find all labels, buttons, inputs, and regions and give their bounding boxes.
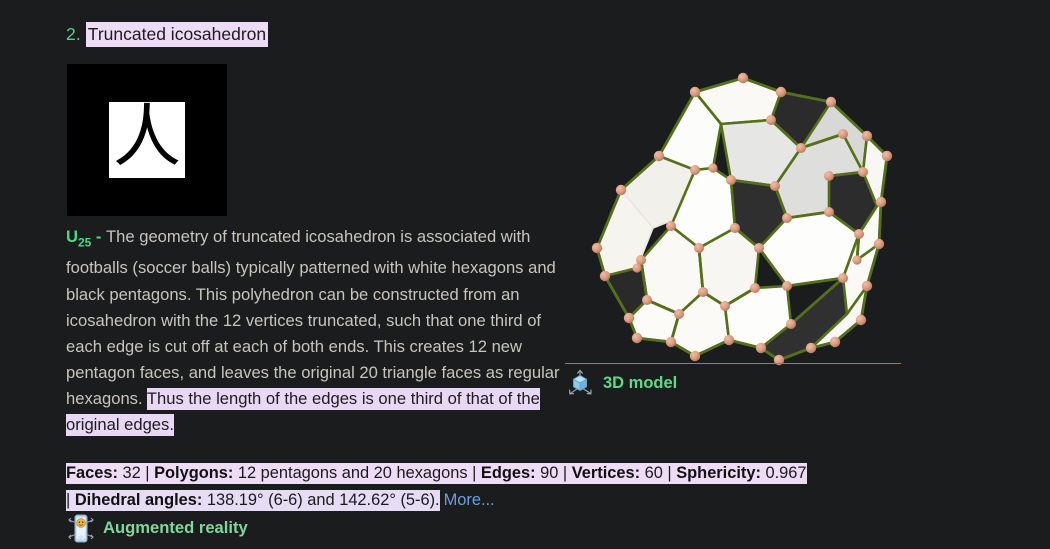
- dihedral-angles-value: 138.19° (6-6) and 142.62° (5-6).: [202, 491, 440, 509]
- polyhedron-stats: Faces: 32 | Polygons: 12 pentagons and 2…: [66, 460, 896, 514]
- edges-value: 90: [535, 464, 563, 482]
- faces-value: 32: [117, 464, 146, 482]
- thumbnail-glyph: 人: [109, 102, 185, 178]
- edges-label: Edges:: [480, 464, 536, 482]
- vertices-value: 60: [640, 464, 668, 482]
- vertices-label: Vertices:: [571, 464, 641, 482]
- sphericity-label: Sphericity:: [676, 464, 761, 482]
- sphericity-value: 0.967: [760, 464, 807, 482]
- polyhedron-entry-page: 2. Truncated icosahedron 人 U25 - The geo…: [0, 0, 1050, 549]
- 3d-model-label: 3D model: [603, 373, 678, 392]
- uniform-polyhedron-label: U25 -: [66, 227, 107, 250]
- u-index: 25: [77, 235, 92, 250]
- stats-line-2: | Dihedral angles: 138.19° (6-6) and 142…: [66, 487, 896, 514]
- ar-phone-icon: [68, 514, 94, 543]
- faces-label: Faces:: [66, 464, 118, 482]
- truncated-icosahedron-svg: [591, 72, 893, 366]
- augmented-reality-label: Augmented reality: [103, 518, 248, 537]
- stats-sep-2: |: [472, 464, 481, 482]
- stats-sep-4: |: [667, 464, 677, 482]
- cube-3d-axes-icon: [569, 369, 592, 395]
- u-dash: -: [91, 227, 107, 246]
- stats-line-2-highlight: | Dihedral angles: 138.19° (6-6) and 142…: [66, 490, 440, 511]
- polygons-value: 12 pentagons and 20 hexagons: [233, 464, 473, 482]
- 3d-model-link[interactable]: 3D model: [565, 368, 677, 398]
- stats-sep-lead: |: [66, 491, 75, 509]
- description-body: The geometry of truncated icosahedron is…: [66, 227, 560, 408]
- dihedral-angles-label: Dihedral angles:: [74, 491, 203, 509]
- entry-title-link[interactable]: Truncated icosahedron: [85, 22, 269, 48]
- polygons-label: Polygons:: [154, 464, 234, 482]
- entry-title-row: 2. Truncated icosahedron: [66, 22, 269, 48]
- model-divider: [565, 363, 901, 364]
- augmented-reality-link[interactable]: Augmented reality: [66, 512, 248, 544]
- polyhedron-3d-render[interactable]: [575, 52, 895, 368]
- stats-line-1: Faces: 32 | Polygons: 12 pentagons and 2…: [66, 460, 896, 487]
- thumbnail-image[interactable]: 人: [67, 64, 227, 216]
- u-letter: U: [66, 227, 78, 246]
- stats-line-1-highlight: Faces: 32 | Polygons: 12 pentagons and 2…: [66, 463, 807, 484]
- entry-number: 2.: [66, 24, 81, 44]
- stats-sep-3: |: [562, 464, 572, 482]
- description-paragraph: U25 - The geometry of truncated icosahed…: [66, 224, 560, 438]
- stats-sep-1: |: [145, 464, 155, 482]
- more-link[interactable]: More...: [444, 491, 495, 509]
